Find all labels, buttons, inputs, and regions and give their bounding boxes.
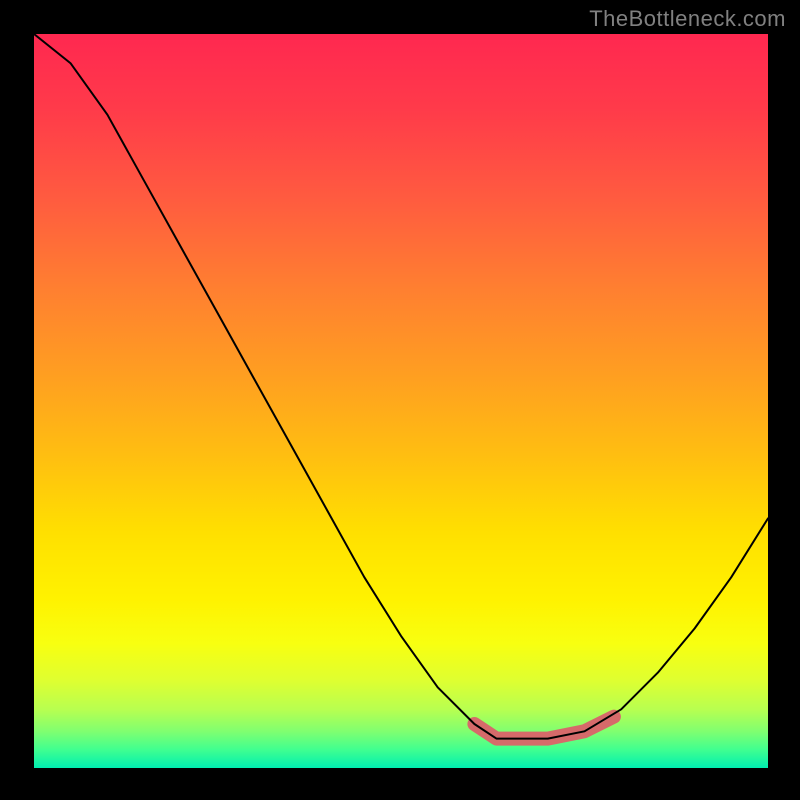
- highlight-segment: [474, 717, 614, 739]
- main-curve: [34, 34, 768, 739]
- plot-area: [34, 34, 768, 768]
- watermark-text: TheBottleneck.com: [589, 6, 786, 32]
- chart-container: TheBottleneck.com: [0, 0, 800, 800]
- curve-layer: [34, 34, 768, 768]
